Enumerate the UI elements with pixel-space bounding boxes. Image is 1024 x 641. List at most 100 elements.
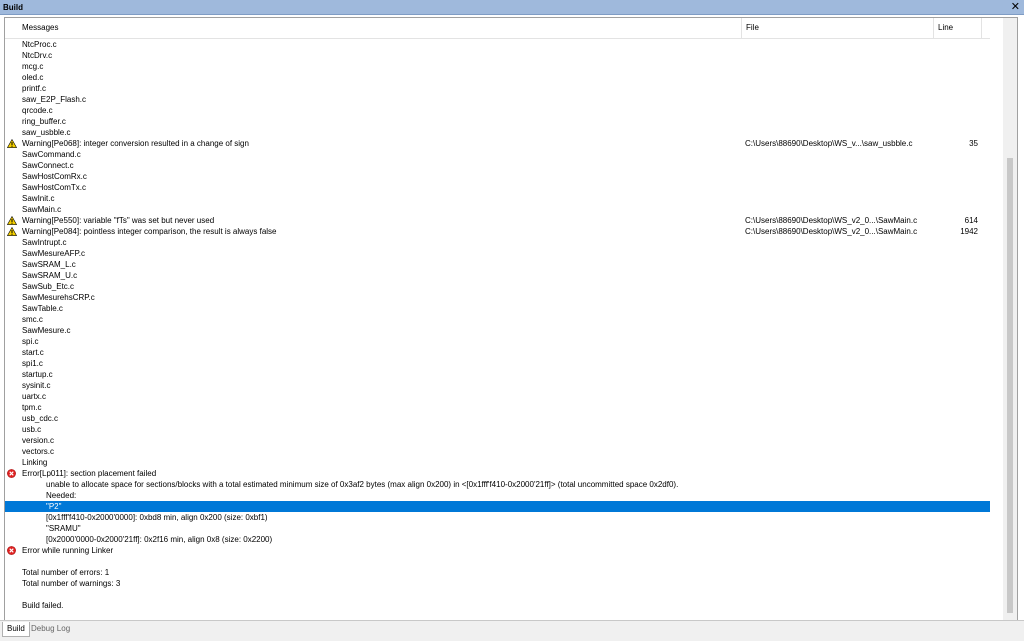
close-icon[interactable]: ✕ — [1011, 0, 1020, 14]
message-text: start.c — [22, 348, 44, 357]
message-text: Needed: — [46, 491, 77, 500]
message-row[interactable]: "P2" — [5, 501, 990, 512]
message-row[interactable]: Linking — [5, 457, 990, 468]
message-row[interactable]: SawSub_Etc.c — [5, 281, 990, 292]
message-row[interactable]: usb.c — [5, 424, 990, 435]
message-row[interactable]: spi1.c — [5, 358, 990, 369]
message-text: SawIntrupt.c — [22, 238, 67, 247]
message-row[interactable]: SawConnect.c — [5, 160, 990, 171]
message-text: tpm.c — [22, 403, 42, 412]
message-text: SawSub_Etc.c — [22, 282, 75, 291]
panel-titlebar: Build ✕ — [0, 0, 1024, 15]
message-text: SawMain.c — [22, 205, 62, 214]
message-row[interactable]: uartx.c — [5, 391, 990, 402]
message-text: SawMesurehsCRP.c — [22, 293, 95, 302]
message-text: SawConnect.c — [22, 161, 74, 170]
message-row[interactable]: tpm.c — [5, 402, 990, 413]
message-row[interactable]: startup.c — [5, 369, 990, 380]
message-row[interactable]: SawMesurehsCRP.c — [5, 292, 990, 303]
message-row[interactable] — [5, 589, 990, 600]
message-text: mcg.c — [22, 62, 44, 71]
message-text: [0x1fff'f410-0x2000'0000]: 0xbd8 min, al… — [46, 513, 268, 522]
message-row[interactable]: "SRAMU" — [5, 523, 990, 534]
message-row[interactable]: SawIntrupt.c — [5, 237, 990, 248]
message-row[interactable]: Warning[Pe068]: integer conversion resul… — [5, 138, 990, 149]
message-text: Total number of warnings: 3 — [22, 579, 121, 588]
message-row[interactable]: Needed: — [5, 490, 990, 501]
message-text: Warning[Pe550]: variable "fTs" was set b… — [22, 216, 215, 225]
message-row[interactable]: SawMain.c — [5, 204, 990, 215]
message-line-number: 35 — [969, 139, 978, 148]
message-row[interactable]: Warning[Pe550]: variable "fTs" was set b… — [5, 215, 990, 226]
vertical-scrollbar[interactable] — [1003, 18, 1017, 620]
message-row[interactable]: Error[Lp011]: section placement failed — [5, 468, 990, 479]
message-row[interactable]: NtcProc.c — [5, 39, 990, 50]
message-row[interactable]: start.c — [5, 347, 990, 358]
message-row[interactable]: sysinit.c — [5, 380, 990, 391]
message-text: Warning[Pe068]: integer conversion resul… — [22, 139, 249, 148]
message-row[interactable]: SawHostComTx.c — [5, 182, 990, 193]
message-text: SawSRAM_U.c — [22, 271, 78, 280]
message-row[interactable] — [5, 556, 990, 567]
message-text: saw_usbble.c — [22, 128, 71, 137]
message-text: Error while running Linker — [22, 546, 114, 555]
message-row[interactable]: mcg.c — [5, 61, 990, 72]
message-row[interactable]: vectors.c — [5, 446, 990, 457]
message-text: ring_buffer.c — [22, 117, 66, 126]
warning-icon — [6, 226, 18, 236]
message-text: unable to allocate space for sections/bl… — [46, 480, 679, 489]
message-row[interactable]: qrcode.c — [5, 105, 990, 116]
message-row[interactable]: spi.c — [5, 336, 990, 347]
warning-icon — [6, 215, 18, 225]
message-row[interactable]: [0x2000'0000-0x2000'21ff]: 0x2f16 min, a… — [5, 534, 990, 545]
tab-debug-log[interactable]: Debug Log — [27, 622, 74, 636]
message-row[interactable]: saw_E2P_Flash.c — [5, 94, 990, 105]
column-header-line[interactable]: Line — [934, 18, 982, 38]
message-row[interactable]: SawSRAM_U.c — [5, 270, 990, 281]
message-text: Warning[Pe084]: pointless integer compar… — [22, 227, 277, 236]
message-row[interactable]: Error while running Linker — [5, 545, 990, 556]
message-row[interactable]: Warning[Pe084]: pointless integer compar… — [5, 226, 990, 237]
message-text: SawTable.c — [22, 304, 63, 313]
message-text: SawMesureAFP.c — [22, 249, 85, 258]
message-text: SawSRAM_L.c — [22, 260, 76, 269]
message-row[interactable]: SawCommand.c — [5, 149, 990, 160]
message-row[interactable]: printf.c — [5, 83, 990, 94]
message-row[interactable]: SawSRAM_L.c — [5, 259, 990, 270]
message-row[interactable]: SawTable.c — [5, 303, 990, 314]
message-text: Error[Lp011]: section placement failed — [22, 469, 157, 478]
message-text: SawHostComTx.c — [22, 183, 87, 192]
message-text: smc.c — [22, 315, 43, 324]
error-icon — [7, 469, 17, 478]
panel-title: Build — [3, 3, 23, 12]
message-text: SawInit.c — [22, 194, 55, 203]
message-text: SawHostComRx.c — [22, 172, 87, 181]
message-row[interactable]: oled.c — [5, 72, 990, 83]
message-row[interactable]: smc.c — [5, 314, 990, 325]
message-row[interactable]: SawMesureAFP.c — [5, 248, 990, 259]
message-row[interactable]: Build failed. — [5, 600, 990, 611]
message-text: uartx.c — [22, 392, 47, 401]
message-row[interactable]: ring_buffer.c — [5, 116, 990, 127]
message-row[interactable]: saw_usbble.c — [5, 127, 990, 138]
message-text: vectors.c — [22, 447, 55, 456]
message-text: version.c — [22, 436, 55, 445]
message-row[interactable]: SawMesure.c — [5, 325, 990, 336]
message-row[interactable]: Total number of errors: 1 — [5, 567, 990, 578]
message-row[interactable]: [0x1fff'f410-0x2000'0000]: 0xbd8 min, al… — [5, 512, 990, 523]
message-text: qrcode.c — [22, 106, 53, 115]
message-row[interactable]: unable to allocate space for sections/bl… — [5, 479, 990, 490]
message-line-number: 1942 — [960, 227, 978, 236]
message-row[interactable]: SawInit.c — [5, 193, 990, 204]
message-file: C:\Users\88690\Desktop\WS_v2_0...\SawMai… — [745, 216, 918, 225]
message-row[interactable]: SawHostComRx.c — [5, 171, 990, 182]
message-row[interactable]: Total number of warnings: 3 — [5, 578, 990, 589]
column-header-file[interactable]: File — [742, 18, 934, 38]
message-row[interactable]: version.c — [5, 435, 990, 446]
message-row[interactable]: NtcDrv.c — [5, 50, 990, 61]
message-row[interactable]: usb_cdc.c — [5, 413, 990, 424]
scrollbar-thumb[interactable] — [1007, 158, 1013, 613]
message-text: usb_cdc.c — [22, 414, 59, 423]
tab-build[interactable]: Build — [2, 622, 30, 637]
column-header-messages[interactable]: Messages — [18, 18, 742, 38]
